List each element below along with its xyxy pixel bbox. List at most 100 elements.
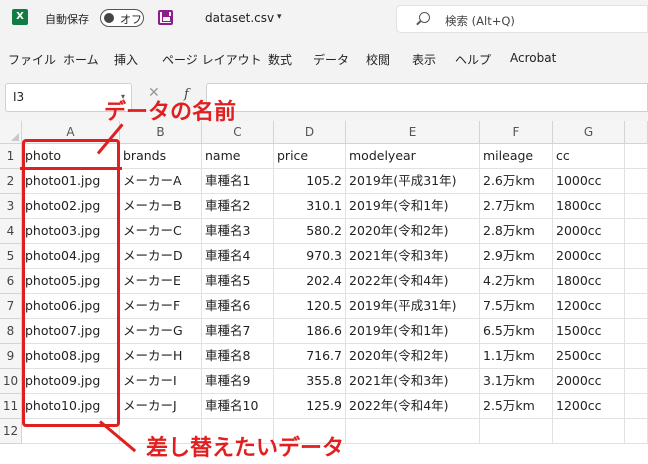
cell-filler[interactable] — [625, 344, 648, 369]
file-name[interactable]: dataset.csv — [205, 11, 274, 25]
search-box[interactable]: 検索 (Alt+Q) — [396, 5, 648, 33]
cell-D5[interactable]: 970.3 — [274, 244, 346, 269]
cell-F11[interactable]: 2.5万km — [480, 394, 553, 419]
cell-D7[interactable]: 120.5 — [274, 294, 346, 319]
cell-E8[interactable]: 2019年(令和1年) — [346, 319, 480, 344]
cell-F5[interactable]: 2.9万km — [480, 244, 553, 269]
cell-A5[interactable]: photo04.jpg — [22, 244, 120, 269]
cell-A2[interactable]: photo01.jpg — [22, 169, 120, 194]
cell-filler[interactable] — [625, 194, 648, 219]
cell-filler[interactable] — [625, 219, 648, 244]
cell-C3[interactable]: 車種名2 — [202, 194, 274, 219]
cell-G1[interactable]: cc — [553, 144, 625, 169]
cell-E10[interactable]: 2021年(令和3年) — [346, 369, 480, 394]
menu-item-1[interactable]: ホーム — [63, 51, 99, 68]
cell-G2[interactable]: 1000cc — [553, 169, 625, 194]
row-header[interactable]: 2 — [0, 169, 22, 194]
cell-G9[interactable]: 2500cc — [553, 344, 625, 369]
cell-D1[interactable]: price — [274, 144, 346, 169]
row-header[interactable]: 8 — [0, 319, 22, 344]
row-header[interactable]: 5 — [0, 244, 22, 269]
cell-E6[interactable]: 2022年(令和4年) — [346, 269, 480, 294]
cell-E9[interactable]: 2020年(令和2年) — [346, 344, 480, 369]
cell-F12[interactable] — [480, 419, 553, 444]
cell-C2[interactable]: 車種名1 — [202, 169, 274, 194]
cell-G8[interactable]: 1500cc — [553, 319, 625, 344]
cell-filler[interactable] — [625, 319, 648, 344]
cell-C9[interactable]: 車種名8 — [202, 344, 274, 369]
cell-D9[interactable]: 716.7 — [274, 344, 346, 369]
cell-B11[interactable]: メーカーJ — [120, 394, 202, 419]
cell-E12[interactable] — [346, 419, 480, 444]
menu-item-2[interactable]: 挿入 — [114, 51, 138, 68]
cell-A6[interactable]: photo05.jpg — [22, 269, 120, 294]
cell-A1[interactable]: photo — [22, 144, 120, 169]
cell-A10[interactable]: photo09.jpg — [22, 369, 120, 394]
cell-G3[interactable]: 1800cc — [553, 194, 625, 219]
autosave-toggle[interactable]: オフ — [100, 9, 144, 27]
menu-item-3[interactable]: ページ レイアウト — [162, 51, 262, 68]
cell-E4[interactable]: 2020年(令和2年) — [346, 219, 480, 244]
cell-F6[interactable]: 4.2万km — [480, 269, 553, 294]
menu-item-6[interactable]: 校閲 — [366, 51, 390, 68]
cell-G11[interactable]: 1200cc — [553, 394, 625, 419]
cell-filler[interactable] — [625, 369, 648, 394]
cell-B7[interactable]: メーカーF — [120, 294, 202, 319]
cell-filler[interactable] — [625, 144, 648, 169]
cell-G6[interactable]: 1800cc — [553, 269, 625, 294]
cell-filler[interactable] — [625, 419, 648, 444]
menu-item-0[interactable]: ファイル — [8, 51, 56, 68]
chevron-down-icon[interactable]: ▾ — [277, 12, 282, 22]
cell-E3[interactable]: 2019年(令和1年) — [346, 194, 480, 219]
cell-C7[interactable]: 車種名6 — [202, 294, 274, 319]
column-header-D[interactable]: D — [274, 121, 346, 144]
cell-E2[interactable]: 2019年(平成31年) — [346, 169, 480, 194]
cell-D3[interactable]: 310.1 — [274, 194, 346, 219]
row-header[interactable]: 10 — [0, 369, 22, 394]
row-header[interactable]: 7 — [0, 294, 22, 319]
row-header[interactable]: 4 — [0, 219, 22, 244]
cell-filler[interactable] — [625, 269, 648, 294]
cell-C8[interactable]: 車種名7 — [202, 319, 274, 344]
row-header[interactable]: 9 — [0, 344, 22, 369]
cell-C10[interactable]: 車種名9 — [202, 369, 274, 394]
cell-F9[interactable]: 1.1万km — [480, 344, 553, 369]
cell-F7[interactable]: 7.5万km — [480, 294, 553, 319]
cell-filler[interactable] — [625, 294, 648, 319]
cell-C4[interactable]: 車種名3 — [202, 219, 274, 244]
cell-E7[interactable]: 2019年(平成31年) — [346, 294, 480, 319]
cell-B9[interactable]: メーカーH — [120, 344, 202, 369]
cell-C1[interactable]: name — [202, 144, 274, 169]
row-header[interactable]: 12 — [0, 419, 22, 444]
select-all-corner[interactable] — [0, 121, 22, 144]
cell-F1[interactable]: mileage — [480, 144, 553, 169]
row-header[interactable]: 6 — [0, 269, 22, 294]
cell-G4[interactable]: 2000cc — [553, 219, 625, 244]
cell-E5[interactable]: 2021年(令和3年) — [346, 244, 480, 269]
cell-D11[interactable]: 125.9 — [274, 394, 346, 419]
cell-A8[interactable]: photo07.jpg — [22, 319, 120, 344]
cell-G5[interactable]: 2000cc — [553, 244, 625, 269]
formula-input[interactable] — [206, 83, 648, 112]
cell-F10[interactable]: 3.1万km — [480, 369, 553, 394]
cell-C5[interactable]: 車種名4 — [202, 244, 274, 269]
row-header[interactable]: 1 — [0, 144, 22, 169]
menu-item-4[interactable]: 数式 — [268, 51, 292, 68]
cell-F4[interactable]: 2.8万km — [480, 219, 553, 244]
menu-item-8[interactable]: ヘルプ — [455, 51, 491, 68]
menu-item-9[interactable]: Acrobat — [510, 51, 556, 65]
cell-D4[interactable]: 580.2 — [274, 219, 346, 244]
column-header-G[interactable]: G — [553, 121, 625, 144]
menu-item-7[interactable]: 表示 — [412, 51, 436, 68]
cell-A12[interactable] — [22, 419, 120, 444]
cell-B1[interactable]: brands — [120, 144, 202, 169]
cell-E11[interactable]: 2022年(令和4年) — [346, 394, 480, 419]
cell-E1[interactable]: modelyear — [346, 144, 480, 169]
cell-B10[interactable]: メーカーI — [120, 369, 202, 394]
cell-B6[interactable]: メーカーE — [120, 269, 202, 294]
cell-G10[interactable]: 2000cc — [553, 369, 625, 394]
column-header-E[interactable]: E — [346, 121, 480, 144]
row-header[interactable]: 3 — [0, 194, 22, 219]
cell-F3[interactable]: 2.7万km — [480, 194, 553, 219]
cell-D8[interactable]: 186.6 — [274, 319, 346, 344]
